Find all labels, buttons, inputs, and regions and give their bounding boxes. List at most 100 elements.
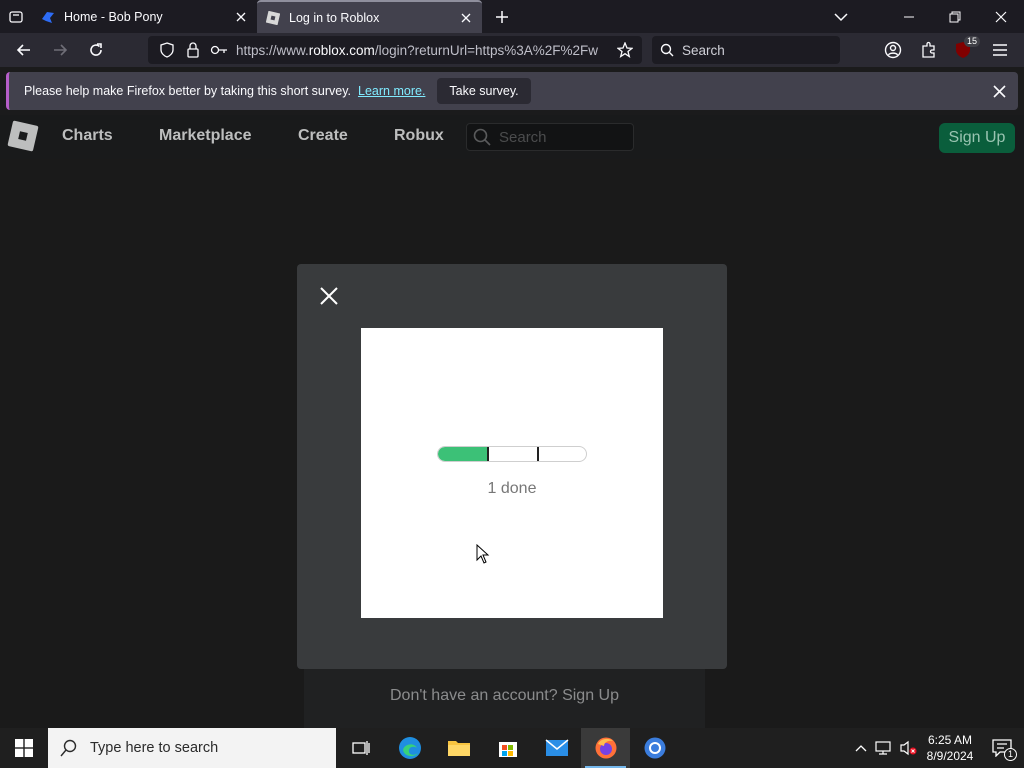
close-tab-icon[interactable] [233,9,249,25]
search-icon [60,739,77,757]
roblox-logo-icon[interactable] [7,120,39,152]
clock-date: 8/9/2024 [926,749,974,763]
tab-title: Home - Bob Pony [64,9,163,24]
mouse-cursor-icon [476,544,490,564]
close-tab-icon[interactable] [458,10,474,26]
tab-log-in-to-roblox[interactable]: Log in to Roblox [257,0,482,33]
close-window-button[interactable] [978,0,1024,33]
taskbar-search-placeholder: Type here to search [90,740,219,756]
close-icon [995,11,1007,22]
arrow-left-icon [16,44,30,56]
search-icon [473,128,491,146]
chrome-app[interactable] [630,728,679,768]
nav-charts[interactable]: Charts [62,127,113,145]
action-center-button[interactable]: 1 [980,728,1024,768]
firefox-icon [595,737,616,759]
url-text[interactable]: https://www.roblox.com/login?returnUrl=h… [236,43,604,58]
microsoft-store-app[interactable] [483,728,532,768]
lock-icon[interactable] [180,36,206,64]
chevron-down-icon [834,12,848,21]
tab-list-button[interactable] [0,0,32,33]
close-modal-icon[interactable] [317,284,341,308]
extensions-button[interactable] [912,33,946,67]
roblox-login-page: Charts Marketplace Create Robux Search S… [0,115,1024,746]
app-menu-button[interactable] [983,33,1017,67]
new-tab-button[interactable] [486,0,518,33]
system-tray: 6:25 AM 8/9/2024 1 [850,728,1024,768]
task-view-icon [351,741,370,755]
search-icon [660,43,674,57]
tab-title: Log in to Roblox [289,10,380,25]
bookmark-star-icon[interactable] [612,36,638,64]
forward-button[interactable] [42,33,78,67]
clock[interactable]: 6:25 AM 8/9/2024 [920,732,980,764]
file-explorer-app[interactable] [434,728,483,768]
minimize-button[interactable] [886,0,932,33]
progress-fill [438,447,488,461]
nav-robux[interactable]: Robux [394,127,444,145]
take-survey-button[interactable]: Take survey. [437,78,531,104]
windows-taskbar: Type here to search 6:25 AM 8/9/2024 1 [0,728,1024,768]
roblox-header: Charts Marketplace Create Robux Search S… [0,115,1024,159]
folder-icon [447,741,470,756]
plus-icon [496,10,508,23]
roblox-signup-button[interactable]: Sign Up [939,123,1015,153]
survey-notification-bar: Please help make Firefox better by takin… [6,72,1018,110]
search-bar[interactable]: Search [652,36,840,64]
volume-button[interactable] [896,740,920,756]
mail-icon [545,739,568,756]
chevron-up-icon [855,745,867,752]
challenge-progress-bar [437,446,587,462]
modal-overlay: Don't have an account? Sign Up 1 done [0,159,1024,746]
volume-muted-icon [900,740,917,756]
restore-icon [949,11,961,22]
no-account-signup-link[interactable]: Don't have an account? Sign Up [304,687,705,705]
taskbar-search-box[interactable]: Type here to search [48,728,336,768]
restore-button[interactable] [932,0,978,33]
challenge-status-text: 1 done [487,480,537,497]
edge-app[interactable] [385,728,434,768]
account-icon [884,41,902,59]
search-placeholder: Search [682,42,725,58]
tab-home-bob-pony[interactable]: Home - Bob Pony [32,0,257,33]
start-button[interactable] [0,728,48,768]
key-icon[interactable] [206,36,232,64]
arrow-right-icon [54,44,68,56]
notification-message: Please help make Firefox better by takin… [24,84,352,98]
progress-divider [487,447,489,461]
account-button[interactable] [876,33,910,67]
roblox-search-input[interactable]: Search [466,123,634,151]
puzzle-icon [922,41,935,58]
mail-app[interactable] [532,728,581,768]
roblox-favicon-icon [265,10,281,26]
network-icon [875,741,891,755]
verification-modal: 1 done [297,264,727,669]
reload-icon [90,43,102,56]
notification-count-badge: 1 [1004,748,1018,761]
clock-time: 6:25 AM [927,733,973,747]
task-view-button[interactable] [336,728,385,768]
learn-more-link[interactable]: Learn more. [358,84,425,98]
url-bar[interactable]: https://www.roblox.com/login?returnUrl=h… [148,36,642,64]
browser-tab-bar: Home - Bob Pony Log in to Roblox [0,0,1024,33]
minimize-icon [904,16,914,17]
list-all-tabs-button[interactable] [818,0,864,33]
nav-marketplace[interactable]: Marketplace [159,127,252,145]
close-notification-icon[interactable] [990,82,1008,100]
chrome-icon [644,737,665,759]
ublock-extension-button[interactable]: 15 [946,33,981,67]
edge-icon [398,737,421,759]
show-hidden-icons-button[interactable] [850,744,872,752]
roblox-search-placeholder: Search [499,128,547,146]
nav-create[interactable]: Create [298,127,348,145]
shield-icon[interactable] [154,36,180,64]
challenge-frame: 1 done [361,328,663,618]
back-button[interactable] [6,33,42,67]
browser-nav-bar: https://www.roblox.com/login?returnUrl=h… [0,33,1024,67]
extension-badge: 15 [964,36,981,47]
firefox-app[interactable] [581,728,630,768]
network-button[interactable] [872,740,896,756]
progress-divider [537,447,539,461]
reload-button[interactable] [78,33,114,67]
tab-list-icon [9,10,23,23]
